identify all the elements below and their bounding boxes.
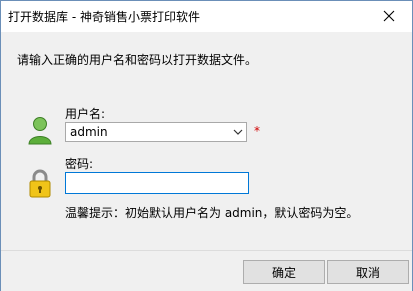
password-label: 密码:: [65, 157, 94, 171]
window-title: 打开数据库 - 神奇销售小票打印软件: [8, 10, 200, 24]
instruction-text: 请输入正确的用户名和密码以打开数据文件。: [17, 53, 258, 67]
dialog-footer: 确定 取消: [1, 250, 412, 291]
required-mark: *: [254, 124, 260, 138]
hint-text: 温馨提示：初始默认用户名为 admin，默认密码为空。: [65, 206, 359, 220]
username-value: admin: [70, 125, 108, 139]
password-input[interactable]: [65, 172, 249, 194]
username-label: 用户名:: [65, 107, 106, 121]
username-combobox[interactable]: admin: [65, 122, 247, 142]
chevron-down-icon: [233, 129, 242, 135]
dialog-body: 请输入正确的用户名和密码以打开数据文件。 用户名: admin * 密码: 温馨…: [1, 32, 412, 250]
dialog-window: 打开数据库 - 神奇销售小票打印软件 请输入正确的用户名和密码以打开数据文件。 …: [0, 0, 413, 291]
lock-icon: [29, 169, 51, 198]
user-icon: [28, 117, 52, 145]
ok-button[interactable]: 确定: [243, 260, 325, 284]
close-button[interactable]: [366, 1, 412, 31]
close-icon: [383, 10, 395, 22]
title-bar: 打开数据库 - 神奇销售小票打印软件: [1, 1, 412, 32]
cancel-button[interactable]: 取消: [327, 260, 409, 284]
dropdown-button[interactable]: [229, 123, 246, 141]
